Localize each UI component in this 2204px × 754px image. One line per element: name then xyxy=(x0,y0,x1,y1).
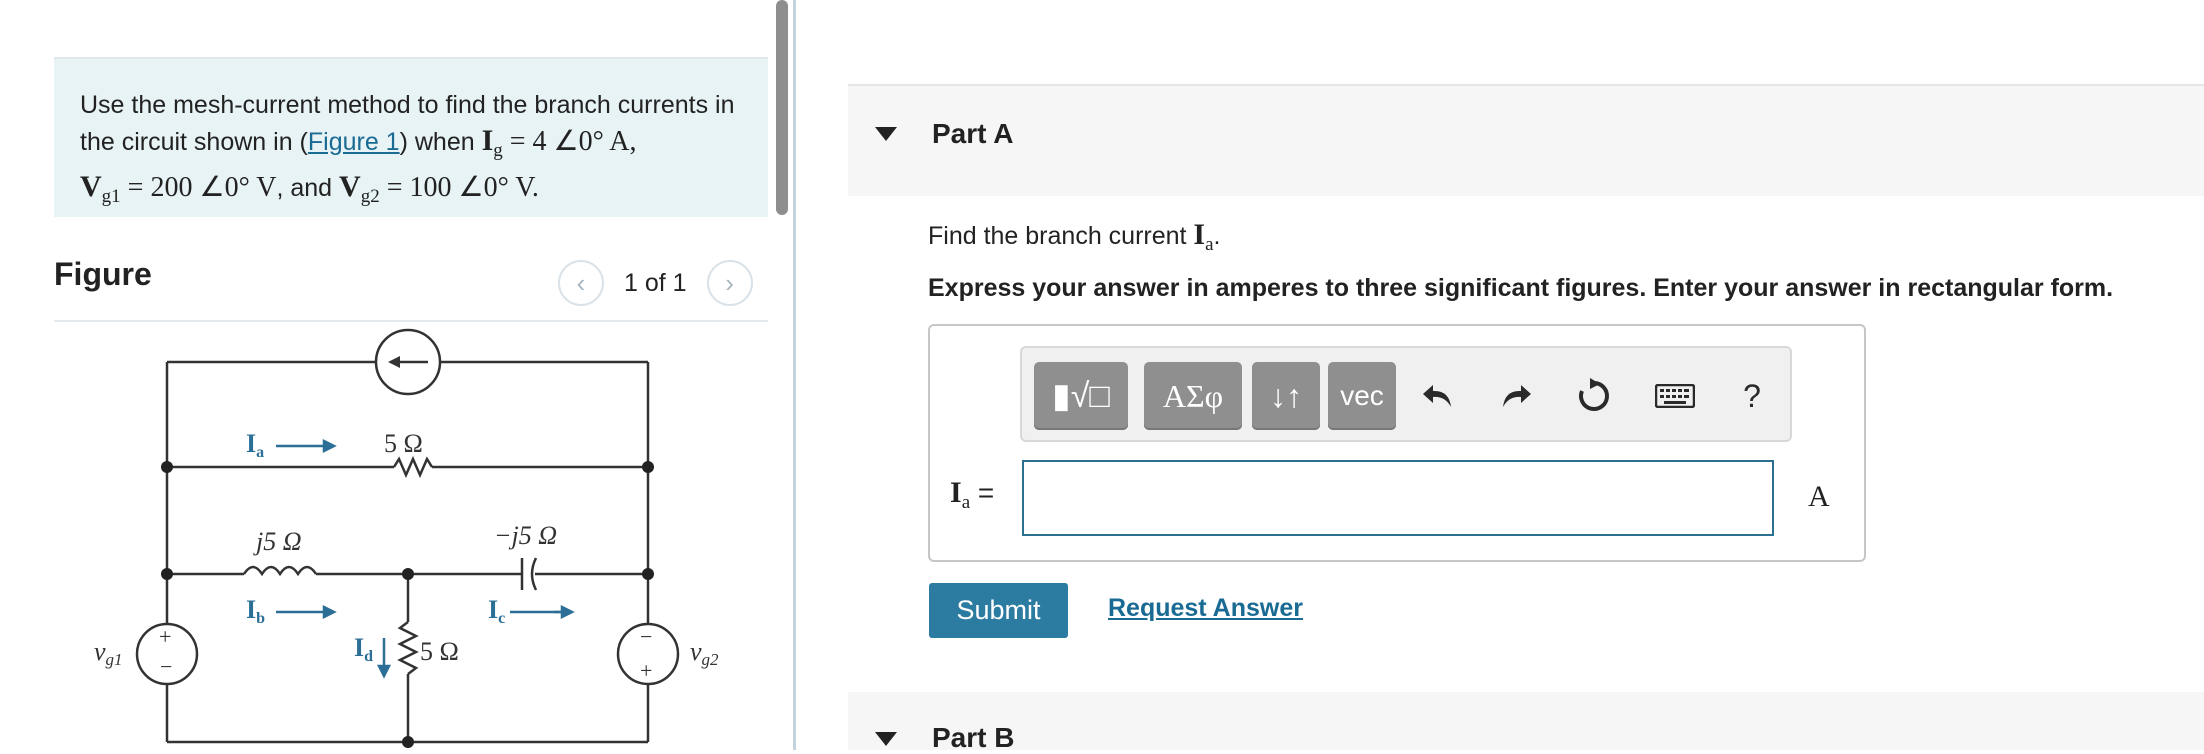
greek-symbols-button[interactable]: ΑΣφ xyxy=(1144,362,1242,430)
undo-icon[interactable] xyxy=(1414,372,1462,420)
request-answer-link[interactable]: Request Answer xyxy=(1108,594,1303,623)
subscript-superscript-button[interactable]: ↓↑ xyxy=(1252,362,1320,430)
unit-label: A xyxy=(1808,480,1830,513)
part-b-label: Part B xyxy=(932,722,1015,753)
help-button[interactable]: ? xyxy=(1728,372,1776,420)
chevron-right-icon[interactable]: › xyxy=(706,260,753,306)
svg-text:vg1: vg1 xyxy=(94,637,123,669)
resistor-top-label: 5 Ω xyxy=(384,429,423,458)
part-a-label: Part A xyxy=(932,118,1014,149)
svg-text:Id: Id xyxy=(354,633,373,665)
templates-button[interactable]: ▮√□ xyxy=(1034,362,1128,430)
question-text: Find the branch current Ia. xyxy=(928,218,1221,255)
reset-icon[interactable] xyxy=(1570,372,1618,420)
svg-text:Ia: Ia xyxy=(246,429,264,461)
figure-title: Figure xyxy=(54,256,152,292)
vector-button[interactable]: vec xyxy=(1328,362,1396,430)
figure-link[interactable]: Figure 1 xyxy=(308,128,400,156)
svg-text:Ic: Ic xyxy=(488,595,505,627)
svg-text:vg2: vg2 xyxy=(690,637,719,669)
circuit-diagram: Ia 5 Ω j5 Ω −j5 Ω Ib Ic Id 5 Ω vg1 vg2 +… xyxy=(94,328,719,748)
answer-label: Ia = xyxy=(950,476,995,513)
part-b-header[interactable] xyxy=(848,692,2204,750)
redo-icon[interactable] xyxy=(1492,372,1540,420)
svg-text:+: + xyxy=(159,624,171,649)
caret-down-icon[interactable] xyxy=(875,732,897,746)
figure-page-count: 1 of 1 xyxy=(624,268,687,297)
svg-text:−: − xyxy=(640,624,652,649)
instruction-text: Express your answer in amperes to three … xyxy=(928,274,2114,302)
answer-input[interactable] xyxy=(1022,460,1774,536)
part-a-header[interactable] xyxy=(848,84,2204,196)
submit-button[interactable]: Submit xyxy=(929,583,1068,638)
capacitor-label: −j5 Ω xyxy=(494,521,557,550)
scrollbar-thumb[interactable] xyxy=(776,0,788,215)
svg-text:−: − xyxy=(160,654,172,679)
math-toolbar: ▮√□ ΑΣφ ↓↑ vec ? xyxy=(1020,346,1792,442)
caret-down-icon[interactable] xyxy=(875,127,897,141)
svg-text:+: + xyxy=(640,658,652,683)
figure-pager: ‹ 1 of 1 › xyxy=(558,260,753,306)
chevron-left-icon[interactable]: ‹ xyxy=(558,260,604,306)
panel-divider xyxy=(793,0,796,750)
svg-text:Ib: Ib xyxy=(246,595,265,627)
keyboard-icon[interactable] xyxy=(1646,372,1704,420)
resistor-mid-label: 5 Ω xyxy=(420,637,459,666)
problem-panel: Use the mesh-current method to find the … xyxy=(0,0,793,750)
problem-statement: Use the mesh-current method to find the … xyxy=(54,57,768,217)
inductor-label: j5 Ω xyxy=(253,527,302,556)
